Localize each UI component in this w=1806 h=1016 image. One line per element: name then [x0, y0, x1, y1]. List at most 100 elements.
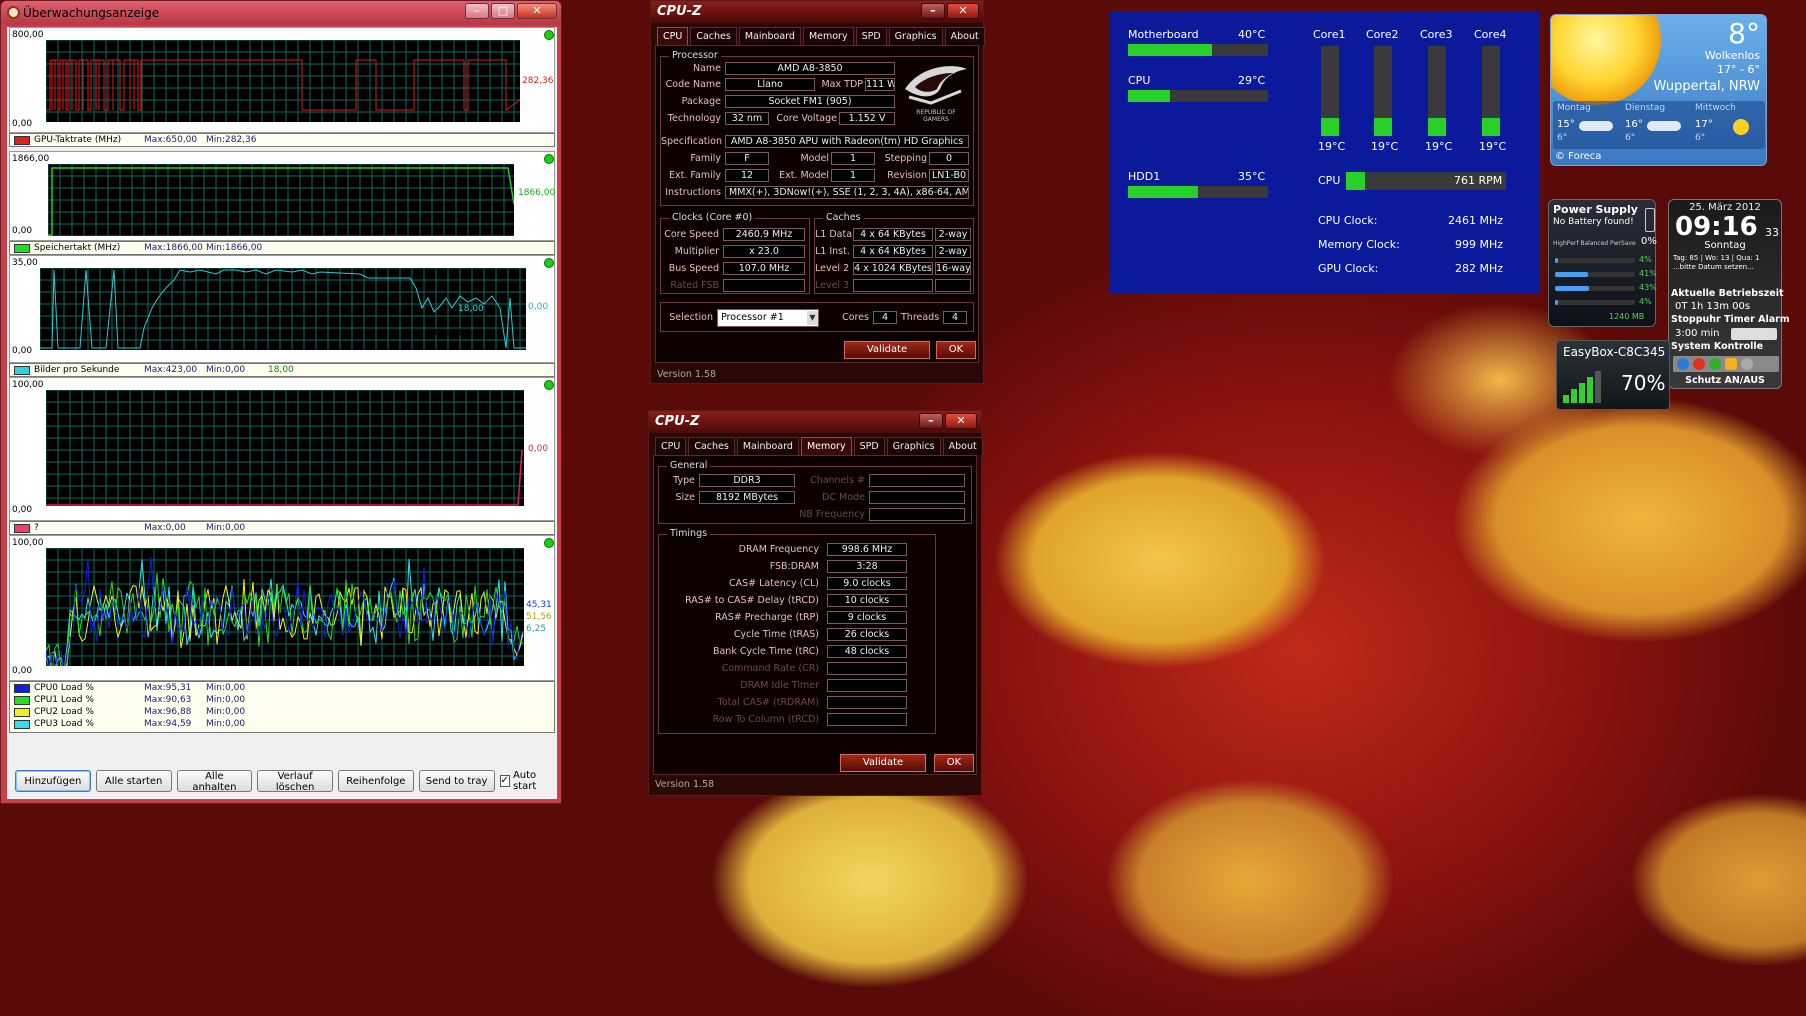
stop-all-button[interactable]: Alle anhalten	[176, 770, 253, 793]
legend-name: Speichertakt (MHz)	[34, 243, 121, 253]
validate-button[interactable]: Validate	[840, 754, 926, 772]
monitor-button-row: Hinzufügen Alle starten Alle anhalten Ve…	[9, 767, 555, 795]
checkbox-box[interactable]: ✓	[499, 775, 510, 787]
core2-temp-bar	[1374, 46, 1392, 136]
timing-value	[827, 713, 907, 726]
graph-cpu-load: 100,00 0,00 45,31 51,56 6,25	[9, 535, 555, 681]
cpuz-titlebar[interactable]: CPU-Z – ✕	[651, 1, 983, 23]
cpu-temp-bar	[1128, 90, 1268, 102]
tab-spd[interactable]: SPD	[855, 27, 887, 45]
weather-condition: Wolkenlos	[1704, 49, 1760, 62]
field-label: Size	[675, 492, 695, 503]
timer-controls[interactable]	[1731, 328, 1777, 340]
chevron-down-icon[interactable]: ▼	[807, 311, 818, 325]
ok-button[interactable]: OK	[936, 341, 976, 359]
timing-value	[827, 679, 907, 692]
add-button[interactable]: Hinzufügen	[15, 770, 91, 792]
dc-mode	[869, 491, 965, 504]
clear-history-button[interactable]: Verlauf löschen	[257, 770, 333, 793]
wifi-gadget[interactable]: EasyBox-C8C345 70%	[1556, 340, 1670, 410]
legend-row[interactable]: Bilder pro Sekunde Max:423,00 Min:0,00 1…	[10, 364, 554, 376]
tab-mainboard[interactable]: Mainboard	[738, 27, 801, 45]
legend-row-cpu1[interactable]: CPU1 Load % Max:90,63 Min:0,00	[10, 694, 554, 706]
lock-icon[interactable]	[1725, 358, 1737, 370]
processor-select[interactable]: Processor #1	[717, 309, 819, 327]
ok-button[interactable]: OK	[934, 754, 974, 772]
core3-label: Core3	[1420, 28, 1453, 41]
tab-graphics[interactable]: Graphics	[888, 27, 943, 45]
close-button[interactable]: ✕	[947, 3, 979, 19]
minimize-button[interactable]: –	[465, 3, 489, 19]
clock-set-date[interactable]: ...bitte Datum setzen...	[1673, 263, 1754, 271]
tab-memory[interactable]: Memory	[802, 27, 854, 45]
field-label: Level 2	[815, 263, 850, 274]
l1-data: 4 x 64 KBytes	[853, 228, 933, 241]
start-all-button[interactable]: Alle starten	[95, 770, 172, 792]
y-min-label: 0,00	[12, 226, 33, 236]
rog-logo-text: REPUBLIC OF GAMERS	[916, 109, 956, 123]
tab-spd[interactable]: SPD	[853, 437, 885, 455]
close-button[interactable]: ✕	[945, 413, 977, 429]
tab-cpu[interactable]: CPU	[655, 437, 687, 455]
power-subtitle: No Battery found!	[1553, 217, 1634, 227]
cpuz-titlebar[interactable]: CPU-Z – ✕	[649, 411, 981, 433]
field-label: L1 Inst.	[815, 246, 850, 257]
monitor-titlebar[interactable]: Überwachungsanzeige – □ ✕	[1, 1, 561, 25]
minimize-button[interactable]: –	[919, 413, 943, 429]
weather-provider[interactable]: © Foreca	[1555, 151, 1601, 162]
tab-about[interactable]: About	[942, 437, 983, 455]
forecast-low: 6°	[1625, 133, 1636, 143]
legend-row-cpu2[interactable]: CPU2 Load % Max:96,88 Min:0,00	[10, 706, 554, 718]
tab-memory[interactable]: Memory	[800, 437, 852, 455]
order-button[interactable]: Reihenfolge	[338, 770, 414, 792]
timing-value	[827, 662, 907, 675]
close-button[interactable]: ✕	[517, 3, 557, 19]
core3-temp-bar	[1428, 46, 1446, 136]
processor-group: Processor Name AMD A8-3850 Code Name Lla…	[660, 50, 974, 206]
tab-mainboard[interactable]: Mainboard	[736, 437, 799, 455]
legend-row[interactable]: GPU-Taktrate (MHz) Max:650,00 Min:282,36	[10, 134, 554, 146]
send-to-tray-button[interactable]: Send to tray	[418, 770, 495, 792]
system-control-bar	[1673, 356, 1779, 372]
memory-size: 8192 MBytes	[699, 491, 795, 504]
forecast-high: 15°	[1557, 119, 1575, 130]
field-label: Level 3	[815, 280, 850, 291]
tab-about[interactable]: About	[944, 27, 985, 45]
cpu-clock-label: CPU Clock:	[1318, 214, 1378, 227]
core1-label: Core1	[1313, 28, 1346, 41]
validate-button[interactable]: Validate	[844, 341, 930, 359]
auto-start-checkbox[interactable]: ✓ Auto start	[499, 770, 555, 792]
legend-row-cpu0[interactable]: CPU0 Load % Max:95,31 Min:0,00	[10, 682, 554, 694]
memory-type: DDR3	[699, 474, 795, 487]
cpu-bar-2	[1555, 272, 1635, 277]
legend-name: Bilder pro Sekunde	[34, 365, 120, 375]
tab-cpu[interactable]: CPU	[657, 27, 689, 45]
power-icon[interactable]	[1677, 358, 1689, 370]
sleep-icon[interactable]	[1709, 358, 1721, 370]
restart-icon[interactable]	[1693, 358, 1705, 370]
signal-percent: 70%	[1621, 371, 1666, 395]
power-supply-gadget[interactable]: Power Supply No Battery found! HighPerf …	[1548, 199, 1657, 327]
rog-eye-icon	[905, 66, 967, 105]
minimize-button[interactable]: –	[921, 3, 945, 19]
protect-toggle[interactable]: Schutz AN/AUS	[1669, 375, 1781, 386]
core4-label: Core4	[1474, 28, 1507, 41]
field-label: Specification	[661, 136, 722, 147]
tab-caches[interactable]: Caches	[688, 437, 735, 455]
general-group: General Type DDR3 Size 8192 MBytes Chann…	[658, 460, 972, 524]
legend-row[interactable]: ? Max:0,00 Min:0,00	[10, 522, 554, 534]
clock-gadget[interactable]: 25. März 2012 09:16 33 Sonntag Tag: 85 |…	[1668, 199, 1790, 389]
tab-graphics[interactable]: Graphics	[886, 437, 941, 455]
legend-row[interactable]: Speichertakt (MHz) Max:1866,00 Min:1866,…	[10, 242, 554, 254]
field-label: Cores	[842, 312, 869, 323]
status-dot	[544, 380, 554, 390]
logoff-icon[interactable]	[1741, 358, 1753, 370]
maximize-button[interactable]: □	[491, 3, 515, 19]
timing-label: RAS# Precharge (tRP)	[715, 612, 819, 623]
legend-row-cpu3[interactable]: CPU3 Load % Max:94,59 Min:0,00	[10, 718, 554, 730]
cpuz-tabs: CPU Caches Mainboard Memory SPD Graphics…	[651, 23, 985, 45]
weather-gadget[interactable]: 8° Wolkenlos 17° - 6° Wuppertal, NRW Mon…	[1550, 14, 1767, 166]
tab-caches[interactable]: Caches	[690, 27, 737, 45]
legend-min: Min:282,36	[206, 135, 257, 145]
legend-name: CPU2 Load %	[34, 707, 94, 717]
